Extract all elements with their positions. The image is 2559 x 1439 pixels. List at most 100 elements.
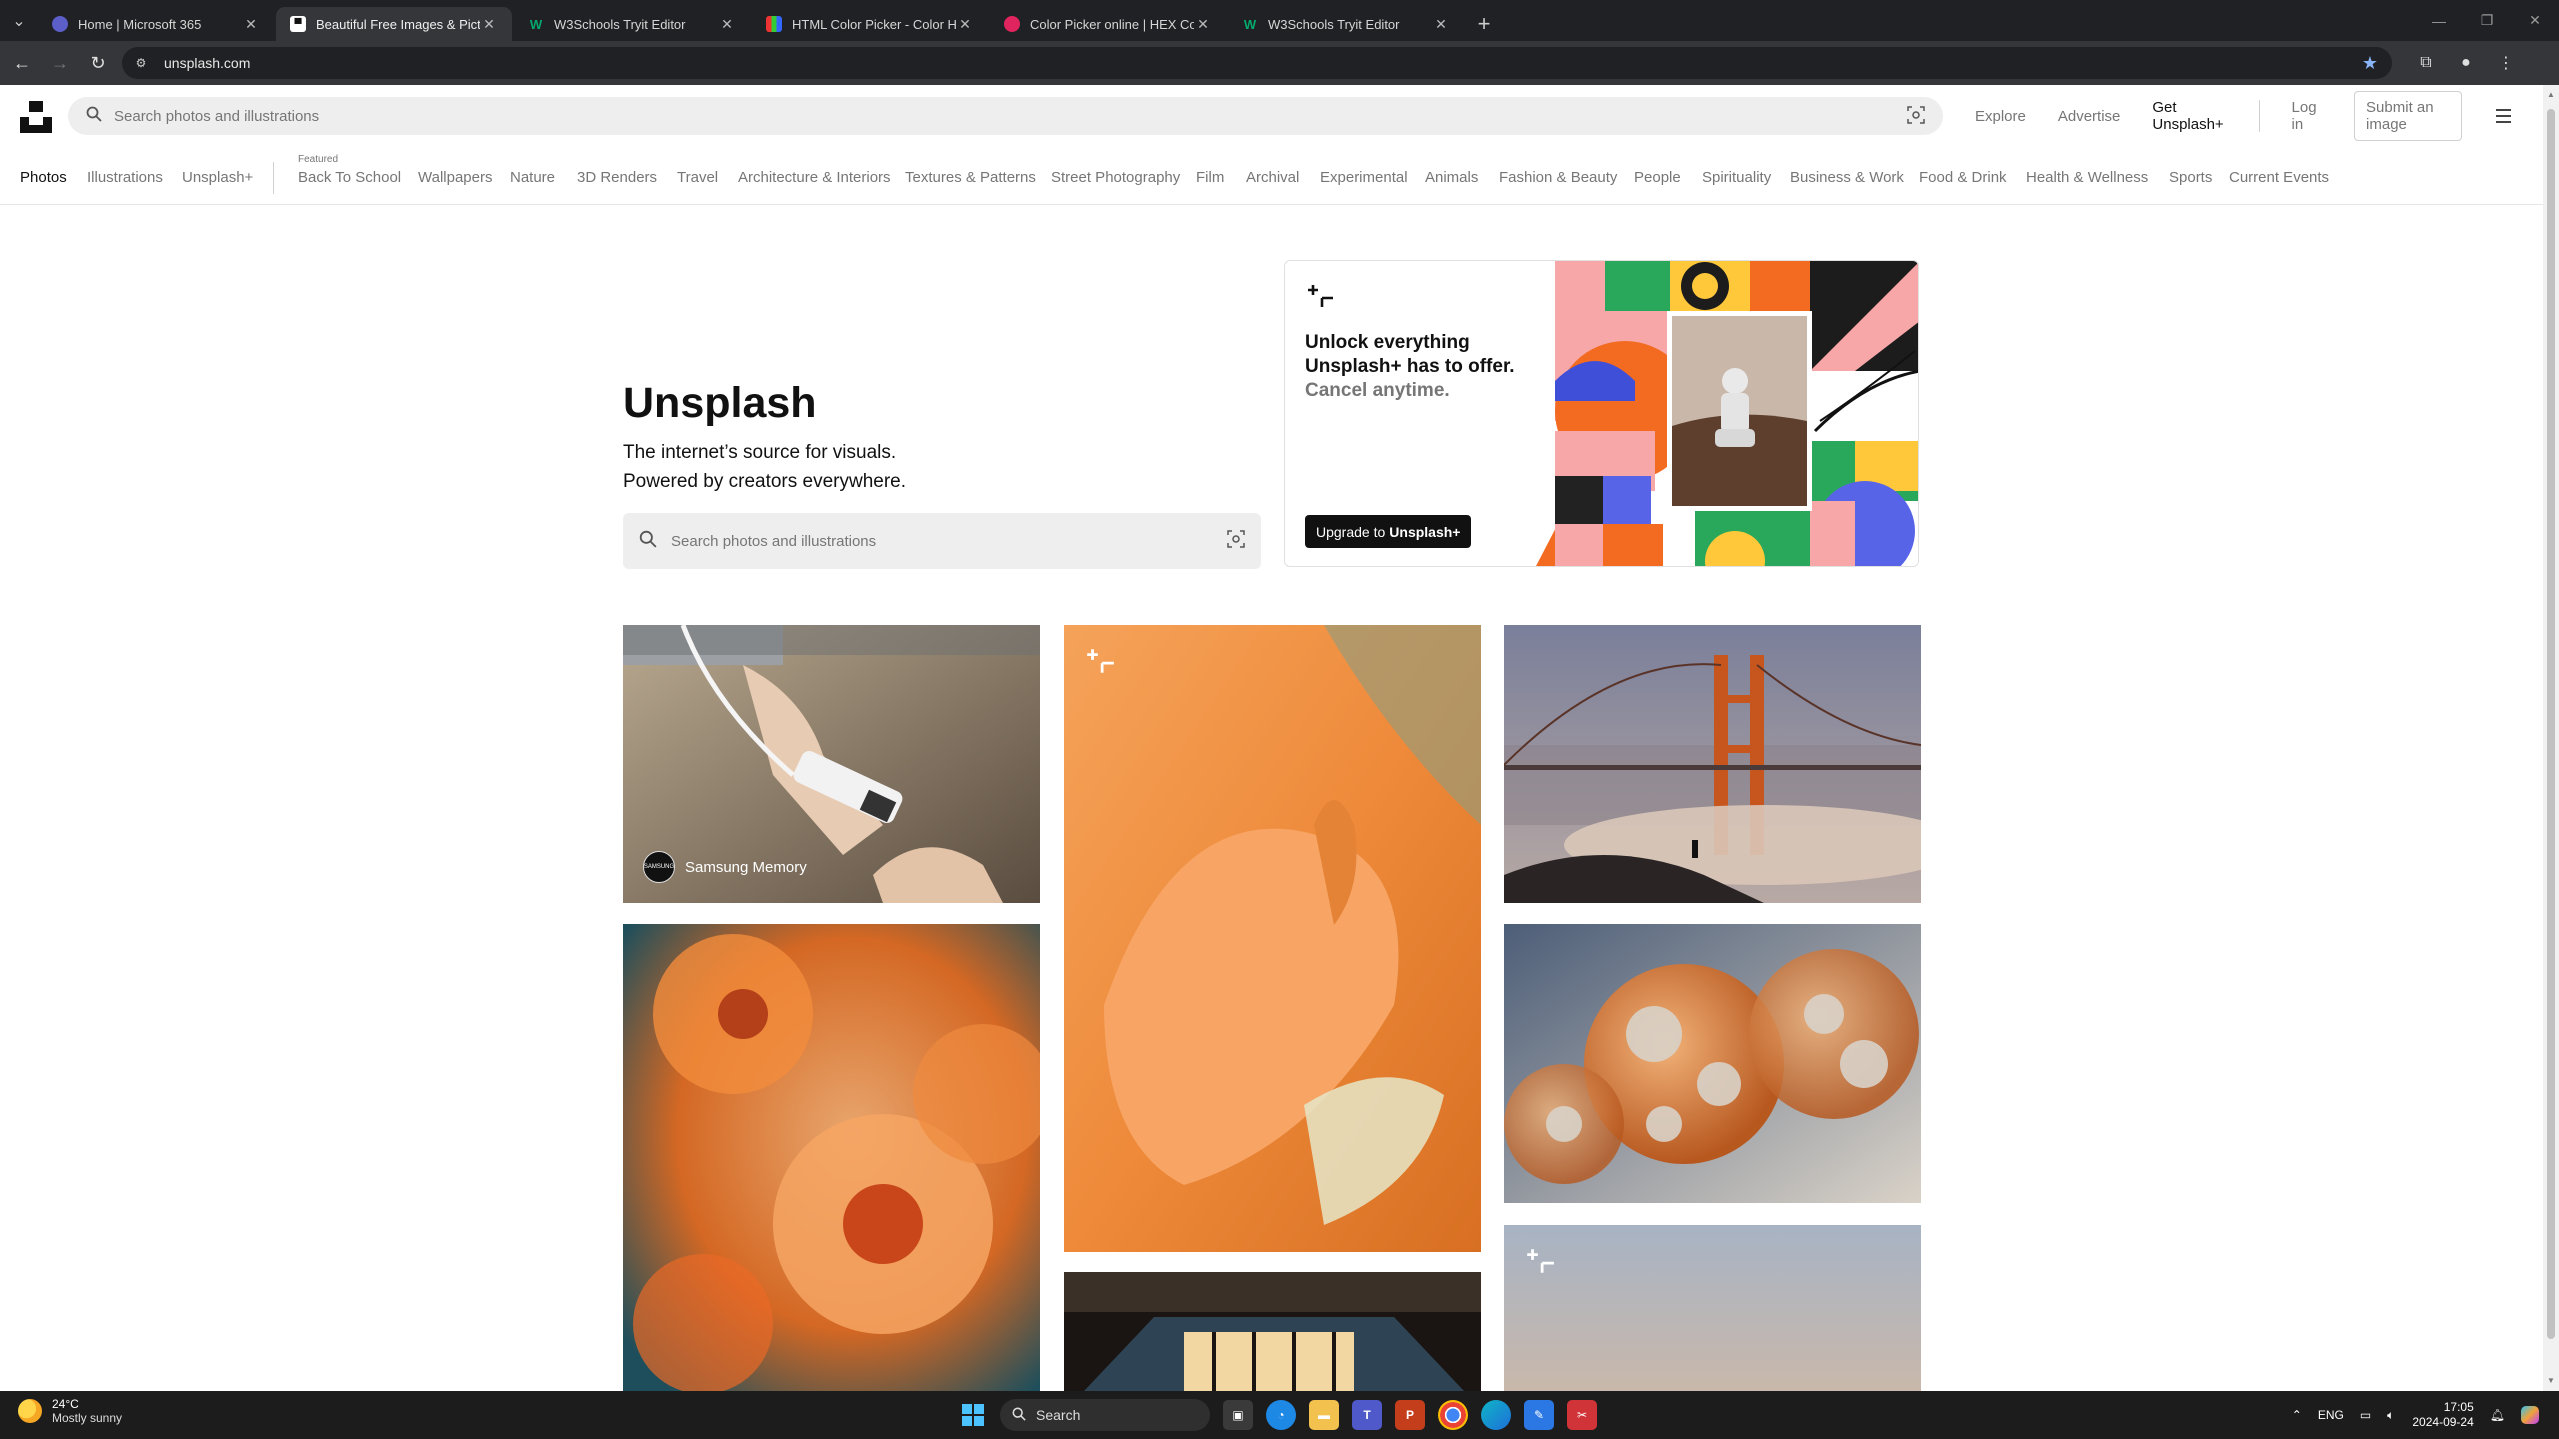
get-unsplash-plus-link[interactable]: Get Unsplash+ [2152,99,2226,133]
back-arrow-icon[interactable]: ← [6,47,38,79]
notifications-bell-icon[interactable]: 🔔︎ [2490,1408,2505,1422]
weather-condition: Mostly sunny [52,1411,123,1425]
login-link[interactable]: Log in [2292,99,2323,133]
w3schools-icon: W [529,16,543,32]
restore-icon[interactable]: ❐ [2463,0,2511,41]
close-tab-icon[interactable]: ✕ [242,16,260,33]
messenger-icon[interactable]: ◔ [1266,1400,1296,1430]
divider [2258,100,2260,132]
teams-icon[interactable]: T [1352,1400,1382,1430]
profile-avatar-icon[interactable]: ● [2446,54,2486,72]
copilot-icon[interactable] [2521,1406,2539,1424]
upgrade-button[interactable]: Upgrade to Unsplash+ [1305,515,1472,548]
browser-toolbar: ← → ↻ ⚙ unsplash.com ★ ⧉ ● ⋮ [0,41,2559,85]
photo-golden-gate-bridge[interactable] [1504,625,1921,903]
close-tab-icon[interactable]: ✕ [480,16,498,33]
volume-icon[interactable]: 🔈︎ [2387,1408,2394,1423]
language-indicator[interactable]: ENG [2318,1408,2344,1422]
edge-icon[interactable] [1481,1400,1511,1430]
photo-station-canopy[interactable] [1064,1272,1481,1391]
unsplash-plus-icon [1305,283,1335,316]
category-label: Animals [1425,169,1479,186]
reload-icon[interactable]: ↻ [82,47,114,79]
new-tab-plus-icon[interactable]: + [1466,7,1502,41]
photo-usb-drive[interactable]: SAMSUNG Samsung Memory [623,625,1040,903]
browser-tab[interactable]: HTML Color Picker - Color Hex ✕ [752,7,988,41]
category-nav: Photos Illustrations Unsplash+ Featured … [0,147,2543,205]
hero-tagline-2: Powered by creators everywhere. [623,471,907,492]
hero-tagline-1: The internet’s source for visuals. [623,442,897,463]
show-hidden-icons-chevron-icon[interactable]: ⌃ [2292,1408,2302,1422]
site-info-icon[interactable]: ⚙ [132,54,150,72]
extensions-puzzle-icon[interactable]: ⧉ [2406,54,2446,72]
photo-sky-gradient[interactable] [1504,1225,1921,1391]
tab-search-chevron-icon[interactable]: ⌄ [0,0,38,41]
promo-line: Unlock everything [1305,332,1470,353]
tab-title: Color Picker online | HEX Co [1030,16,1194,32]
category-label: Experimental [1320,169,1408,186]
header-nav-links: Explore Advertise Get Unsplash+ Log in S… [1975,91,2543,141]
minimize-icon[interactable]: — [2415,0,2463,41]
close-tab-icon[interactable]: ✕ [1432,16,1450,33]
bookmark-star-icon[interactable]: ★ [2362,53,2378,74]
hero-search-input[interactable]: Search photos and illustrations [623,513,1261,569]
url-text[interactable]: unsplash.com [164,55,2362,71]
explore-link[interactable]: Explore [1975,108,2026,125]
forward-arrow-icon[interactable]: → [44,47,76,79]
taskbar-search[interactable]: Search [1000,1399,1210,1431]
page-scrollbar[interactable]: ▲ ▼ [2543,85,2559,1391]
category-label: Back To School [298,169,402,186]
visual-search-icon[interactable] [1227,530,1245,552]
sponsor-avatar: SAMSUNG [643,851,675,883]
whiteboard-icon[interactable]: ✎ [1524,1400,1554,1430]
tab-title: W3Schools Tryit Editor [554,16,686,32]
advertise-link[interactable]: Advertise [2058,108,2121,125]
address-bar[interactable]: ⚙ unsplash.com ★ [122,47,2392,79]
unsplash-logo[interactable] [20,101,52,133]
visual-search-icon[interactable] [1907,105,1925,127]
browser-tab[interactable]: Color Picker online | HEX Co ✕ [990,7,1226,41]
scroll-down-arrow-icon[interactable]: ▼ [2543,1373,2559,1389]
system-tray: ⌃ ENG ▭ 🔈︎ 17:05 2024-09-24 🔔︎ [2276,1397,2539,1433]
snipping-tool-icon[interactable]: ✂ [1567,1400,1597,1430]
task-view-icon[interactable]: ▣ [1223,1400,1253,1430]
close-tab-icon[interactable]: ✕ [1194,16,1212,33]
category-label: Architecture & Interiors [738,169,891,186]
unsplash-plus-promo-card[interactable]: Unlock everything Unsplash+ has to offer… [1284,260,1919,567]
weather-widget[interactable]: 24°C Mostly sunny [18,1397,122,1425]
sponsor-attribution[interactable]: SAMSUNG Samsung Memory [643,851,807,883]
scrollbar-thumb[interactable] [2547,109,2555,1339]
powerpoint-icon[interactable]: P [1395,1400,1425,1430]
hamburger-menu-icon[interactable] [2496,109,2512,123]
close-window-icon[interactable]: ✕ [2511,0,2559,41]
submit-image-button[interactable]: Submit an image [2354,91,2463,141]
category-label: Film [1196,169,1225,186]
browser-tab[interactable]: W W3Schools Tryit Editor ✕ [1228,7,1464,41]
file-explorer-icon[interactable]: ▬ [1309,1400,1339,1430]
clock[interactable]: 17:05 2024-09-24 [2412,1400,2473,1430]
close-tab-icon[interactable]: ✕ [718,16,736,33]
browser-tab-active[interactable]: ▀ Beautiful Free Images & Pictures ✕ [276,7,512,41]
chrome-icon[interactable] [1438,1400,1468,1430]
photo-orange-petal[interactable] [1064,625,1481,1252]
photo-orange-flowers[interactable] [623,924,1040,1391]
browser-tab[interactable]: W W3Schools Tryit Editor ✕ [514,7,750,41]
temperature: 24°C [52,1397,79,1411]
search-placeholder: Search photos and illustrations [671,532,877,550]
photo-3d-spheres[interactable] [1504,924,1921,1203]
category-label: Travel [677,169,719,186]
category-label: Business & Work [1790,169,1904,186]
hero-title: Unsplash [623,379,817,427]
network-icon[interactable]: ▭ [2360,1408,2371,1422]
browser-tab[interactable]: Home | Microsoft 365 ✕ [38,7,274,41]
windows-start-icon[interactable] [962,1404,984,1426]
category-label: Wallpapers [418,169,493,186]
close-tab-icon[interactable]: ✕ [956,16,974,33]
unsplash-plus-icon [1084,647,1116,682]
browser-menu-kebab-icon[interactable]: ⋮ [2486,53,2526,73]
search-placeholder: Search photos and illustrations [114,107,320,125]
window-controls: — ❐ ✕ [2415,0,2559,41]
featured-label: Featured [298,154,339,165]
header-search-input[interactable]: Search photos and illustrations [68,97,1943,135]
scroll-up-arrow-icon[interactable]: ▲ [2543,87,2559,103]
